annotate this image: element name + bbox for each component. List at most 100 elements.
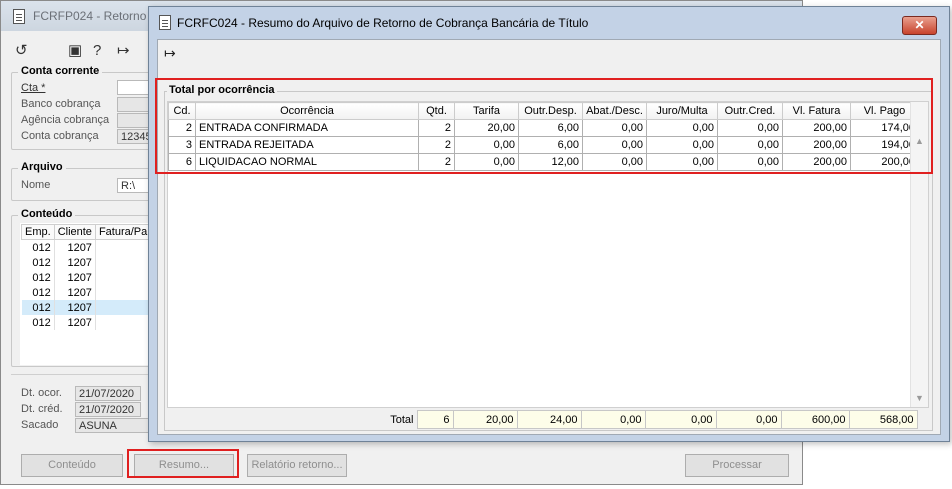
dialog-content: ↦ Total por ocorrência Cd. Ocorrência Qt… bbox=[157, 39, 941, 435]
cell-ocorrencia: ENTRADA CONFIRMADA bbox=[195, 119, 419, 137]
total-label: Total bbox=[390, 413, 414, 426]
conta-corrente-legend: Conta corrente bbox=[18, 65, 103, 77]
document-icon bbox=[159, 15, 171, 30]
help-icon[interactable]: ? bbox=[93, 43, 101, 58]
table-row[interactable]: 3 ENTRADA REJEITADA 2 0,00 6,00 0,00 0,0… bbox=[168, 136, 919, 154]
ocorrencia-grid: Cd. Ocorrência Qtd. Tarifa Outr.Desp. Ab… bbox=[167, 101, 929, 408]
exit-icon[interactable]: ↦ bbox=[117, 43, 130, 58]
total-vl-fatura: 600,00 bbox=[780, 410, 850, 429]
cell-outr-cred: 0,00 bbox=[717, 153, 783, 171]
nome-label: Nome bbox=[21, 179, 51, 191]
arquivo-legend: Arquivo bbox=[18, 161, 66, 173]
dialog-title: FCRFC024 - Resumo do Arquivo de Retorno … bbox=[177, 16, 589, 30]
total-spacer bbox=[167, 411, 194, 429]
col-cliente[interactable]: Cliente bbox=[53, 224, 96, 240]
col-vl-pago[interactable]: Vl. Pago bbox=[850, 102, 919, 120]
table-row-selected[interactable]: 012 1207 bbox=[21, 300, 152, 315]
scroll-up-icon[interactable]: ▲ bbox=[915, 136, 924, 146]
table-row[interactable]: 012 1207 bbox=[21, 315, 152, 330]
cell-fatura bbox=[95, 270, 152, 285]
cell-qtd: 2 bbox=[418, 153, 455, 171]
totals-row: Total 6 20,00 24,00 0,00 0,00 0,00 600,0… bbox=[167, 410, 918, 429]
cell-fatura bbox=[95, 315, 152, 330]
dt-ocor-label: Dt. ocor. bbox=[21, 387, 62, 399]
cell-emp: 012 bbox=[21, 285, 55, 300]
cell-tarifa: 0,00 bbox=[454, 153, 519, 171]
total-tarifa: 20,00 bbox=[452, 410, 518, 429]
cell-emp: 012 bbox=[21, 239, 55, 255]
cell-juro-multa: 0,00 bbox=[646, 136, 718, 154]
cell-abat-desc: 0,00 bbox=[582, 136, 647, 154]
cell-outr-cred: 0,00 bbox=[717, 119, 783, 137]
cell-outr-desp: 6,00 bbox=[518, 136, 583, 154]
col-vl-fatura[interactable]: Vl. Fatura bbox=[782, 102, 851, 120]
cell-juro-multa: 0,00 bbox=[646, 153, 718, 171]
cell-tarifa: 0,00 bbox=[454, 136, 519, 154]
agencia-cobranca-label: Agência cobrança bbox=[21, 114, 110, 126]
total-por-ocorrencia-legend: Total por ocorrência bbox=[167, 84, 277, 96]
cell-emp: 012 bbox=[21, 300, 55, 315]
cell-emp: 012 bbox=[21, 255, 55, 270]
cell-abat-desc: 0,00 bbox=[582, 153, 647, 171]
table-row[interactable]: 2 ENTRADA CONFIRMADA 2 20,00 6,00 0,00 0… bbox=[168, 119, 919, 137]
table-row[interactable]: 012 1207 bbox=[21, 255, 152, 270]
cell-fatura bbox=[95, 285, 152, 300]
cell-juro-multa: 0,00 bbox=[646, 119, 718, 137]
table-row[interactable]: 6 LIQUIDACAO NORMAL 2 0,00 12,00 0,00 0,… bbox=[168, 153, 919, 171]
total-vl-pago: 568,00 bbox=[848, 410, 918, 429]
exit-icon[interactable]: ↦ bbox=[164, 45, 176, 62]
cell-outr-desp: 6,00 bbox=[518, 119, 583, 137]
total-outr-cred: 0,00 bbox=[715, 410, 782, 429]
cell-tarifa: 20,00 bbox=[454, 119, 519, 137]
cell-qtd: 2 bbox=[418, 119, 455, 137]
cell-ocorrencia: LIQUIDACAO NORMAL bbox=[195, 153, 419, 171]
col-abat-desc[interactable]: Abat./Desc. bbox=[582, 102, 647, 120]
processar-button[interactable]: Processar bbox=[685, 454, 789, 477]
calendar-icon[interactable]: ▣ bbox=[68, 43, 82, 58]
col-outr-desp[interactable]: Outr.Desp. bbox=[518, 102, 583, 120]
relatorio-retorno-button[interactable]: Relatório retorno... bbox=[247, 454, 347, 477]
cell-outr-cred: 0,00 bbox=[717, 136, 783, 154]
table-row[interactable]: 012 1207 bbox=[21, 285, 152, 300]
col-outr-cred[interactable]: Outr.Cred. bbox=[717, 102, 783, 120]
cell-cliente: 1207 bbox=[54, 300, 96, 315]
document-icon bbox=[13, 9, 25, 24]
total-por-ocorrencia-group: Total por ocorrência Cd. Ocorrência Qtd.… bbox=[164, 84, 933, 431]
col-qtd[interactable]: Qtd. bbox=[418, 102, 455, 120]
cell-emp: 012 bbox=[21, 270, 55, 285]
sacado-field: ASUNA bbox=[75, 418, 155, 433]
col-juro-multa[interactable]: Juro/Multa bbox=[646, 102, 718, 120]
ocorrencia-table: Cd. Ocorrência Qtd. Tarifa Outr.Desp. Ab… bbox=[168, 102, 919, 171]
cell-vl-fatura: 200,00 bbox=[782, 153, 851, 171]
close-button[interactable]: ✕ bbox=[902, 16, 937, 35]
cell-cliente: 1207 bbox=[54, 315, 96, 330]
divider bbox=[11, 374, 156, 375]
cell-vl-pago: 194,00 bbox=[850, 136, 919, 154]
col-cd[interactable]: Cd. bbox=[168, 102, 196, 120]
cell-cd: 6 bbox=[168, 153, 196, 171]
main-window-title: FCRFP024 - Retorno d bbox=[33, 9, 157, 23]
total-abat-desc: 0,00 bbox=[580, 410, 646, 429]
cell-cd: 3 bbox=[168, 136, 196, 154]
table-row[interactable]: 012 1207 bbox=[21, 239, 152, 255]
scroll-down-icon[interactable]: ▼ bbox=[915, 393, 924, 403]
col-fatura[interactable]: Fatura/Pa bbox=[94, 224, 152, 240]
col-emp[interactable]: Emp. bbox=[21, 224, 55, 240]
cell-cliente: 1207 bbox=[54, 270, 96, 285]
resumo-button[interactable]: Resumo... bbox=[134, 454, 234, 477]
cell-vl-pago: 200,00 bbox=[850, 153, 919, 171]
cell-abat-desc: 0,00 bbox=[582, 119, 647, 137]
conteudo-legend: Conteúdo bbox=[18, 208, 76, 220]
table-row[interactable]: 012 1207 bbox=[21, 270, 152, 285]
banco-cobranca-label: Banco cobrança bbox=[21, 98, 101, 110]
sacado-label: Sacado bbox=[21, 419, 59, 431]
total-outr-desp: 24,00 bbox=[516, 410, 582, 429]
cta-label: Cta * bbox=[21, 82, 46, 94]
total-juro-multa: 0,00 bbox=[644, 410, 717, 429]
col-ocorrencia[interactable]: Ocorrência bbox=[195, 102, 419, 120]
conteudo-button[interactable]: Conteúdo bbox=[21, 454, 123, 477]
cell-ocorrencia: ENTRADA REJEITADA bbox=[195, 136, 419, 154]
vertical-scrollbar[interactable]: ▲ ▼ bbox=[910, 102, 928, 407]
refresh-icon[interactable]: ↺ bbox=[15, 43, 28, 58]
col-tarifa[interactable]: Tarifa bbox=[454, 102, 519, 120]
